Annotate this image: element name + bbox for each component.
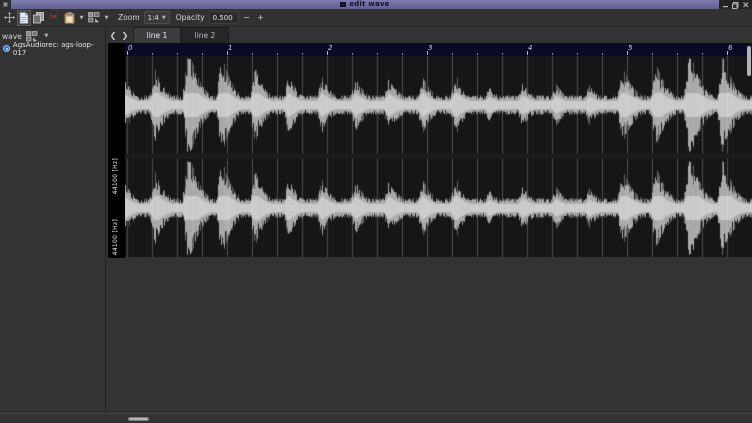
ruler-tick-mark (152, 53, 153, 55)
ruler-tick-label: 2 (328, 44, 332, 52)
opacity-input[interactable]: 0.500 (209, 11, 239, 24)
machine-list-item[interactable]: AgsAudiorec: ags-loop-017 (0, 43, 105, 54)
zoom-label: Zoom (118, 13, 140, 22)
ruler-tick-mark (677, 53, 678, 55)
edit-document-icon (19, 12, 29, 24)
edit-wave-window: ▣ edit wave (0, 0, 752, 423)
waveform-channel-2[interactable] (125, 159, 752, 257)
ruler-tick-label: 3 (428, 44, 432, 52)
machine-radio-icon[interactable] (3, 45, 10, 52)
window-title: edit wave (349, 0, 389, 9)
zoom-value: 1:4 (148, 14, 159, 22)
chevron-down-icon: ▼ (162, 15, 166, 21)
ruler-tick-label: 5 (628, 44, 632, 52)
ruler-tick-mark (377, 53, 378, 55)
ruler-tick-mark (202, 53, 203, 55)
channel-2-rate-label: 44100 [Hz] (112, 219, 119, 255)
tab-line-1[interactable]: line 1 (133, 27, 181, 43)
line-tabs: line 1 line 2 (133, 27, 229, 43)
ruler-tick-mark (177, 53, 178, 55)
wave-panel-label: wave (2, 32, 22, 41)
ruler-tick-mark (652, 53, 653, 55)
minimize-button[interactable] (721, 1, 730, 9)
ruler-tick-mark (502, 53, 503, 55)
horizontal-scrollbar[interactable] (128, 417, 149, 421)
toolbar: ✂ ▼ ▼ Zoom 1:4 ▼ Opacity 0.500 − + (0, 9, 752, 27)
ruler-tick-label: 4 (528, 44, 532, 52)
waveform-channel-1[interactable] (125, 56, 752, 154)
ruler-tick-mark (552, 53, 553, 55)
edit-tools-dropdown[interactable]: ▼ (77, 10, 86, 26)
cut-button[interactable]: ✂ (47, 10, 61, 26)
bottom-scroll-area (0, 413, 752, 423)
ruler-tick-mark (577, 53, 578, 55)
channel-label-column: 44100 [Hz] 44100 [Hz] (108, 43, 125, 258)
nav-back-button[interactable]: ❮ (107, 27, 119, 43)
tab-navigation: ❮ ❯ line 1 line 2 (107, 27, 752, 43)
ruler-tick-label: 1 (228, 44, 232, 52)
ruler-tick-mark (252, 53, 253, 55)
machine-sidebar: wave ▼ AgsAudiorec: ags-loop-017 (0, 27, 106, 413)
edit-tool-button[interactable] (17, 10, 31, 26)
ruler-tick-mark (302, 53, 303, 55)
paste-button[interactable] (62, 10, 76, 26)
window-menu-icon[interactable]: ▣ (0, 0, 11, 9)
close-button[interactable] (741, 1, 750, 9)
title-strip[interactable]: edit wave (11, 0, 719, 9)
copy-button[interactable] (32, 10, 46, 26)
opacity-decrement-button[interactable]: − (241, 11, 253, 24)
machine-item-label: AgsAudiorec: ags-loop-017 (13, 41, 105, 57)
nav-forward-button[interactable]: ❯ (119, 27, 131, 43)
channel-1-rate-label: 44100 [Hz] (112, 158, 119, 194)
ruler-tick-mark (402, 53, 403, 55)
ruler-tick-mark (527, 51, 528, 55)
copy-icon (33, 12, 45, 24)
ruler-tick-mark (227, 51, 228, 55)
ruler-tick-mark (352, 53, 353, 55)
position-tool-button[interactable] (2, 10, 16, 26)
timeline-ruler: 0 1 2 3 4 5 6 (125, 43, 752, 56)
ruler-tick-mark (327, 51, 328, 55)
ruler-tick-mark (427, 51, 428, 55)
ruler-tick-mark (602, 53, 603, 55)
ruler-tick-mark (452, 53, 453, 55)
window-icon (340, 2, 346, 7)
ruler-tick-label: 0 (128, 44, 132, 52)
ruler-tick-mark (477, 53, 478, 55)
ruler-tick-mark (127, 51, 128, 55)
zoom-select[interactable]: 1:4 ▼ (144, 11, 170, 24)
position-crosshair-icon (4, 12, 15, 23)
ruler-tick-mark (702, 53, 703, 55)
tool-selector-button[interactable] (87, 10, 101, 26)
ruler-tick-mark (627, 51, 628, 55)
window-controls (719, 0, 752, 9)
tool-selector-dropdown[interactable]: ▼ (102, 10, 111, 26)
ruler-tick-label: 6 (728, 44, 732, 52)
tab-line-2[interactable]: line 2 (181, 27, 229, 43)
opacity-label: Opacity (176, 13, 205, 22)
scissors-icon: ✂ (49, 12, 58, 23)
opacity-increment-button[interactable]: + (255, 11, 267, 24)
titlebar: ▣ edit wave (0, 0, 752, 9)
ruler-tick-mark (727, 51, 728, 55)
vertical-scrollbar[interactable] (747, 46, 751, 76)
maximize-button[interactable] (731, 1, 740, 9)
ruler-tick-mark (277, 53, 278, 55)
tool-grid-icon (88, 12, 100, 23)
paste-clipboard-icon (64, 12, 75, 24)
